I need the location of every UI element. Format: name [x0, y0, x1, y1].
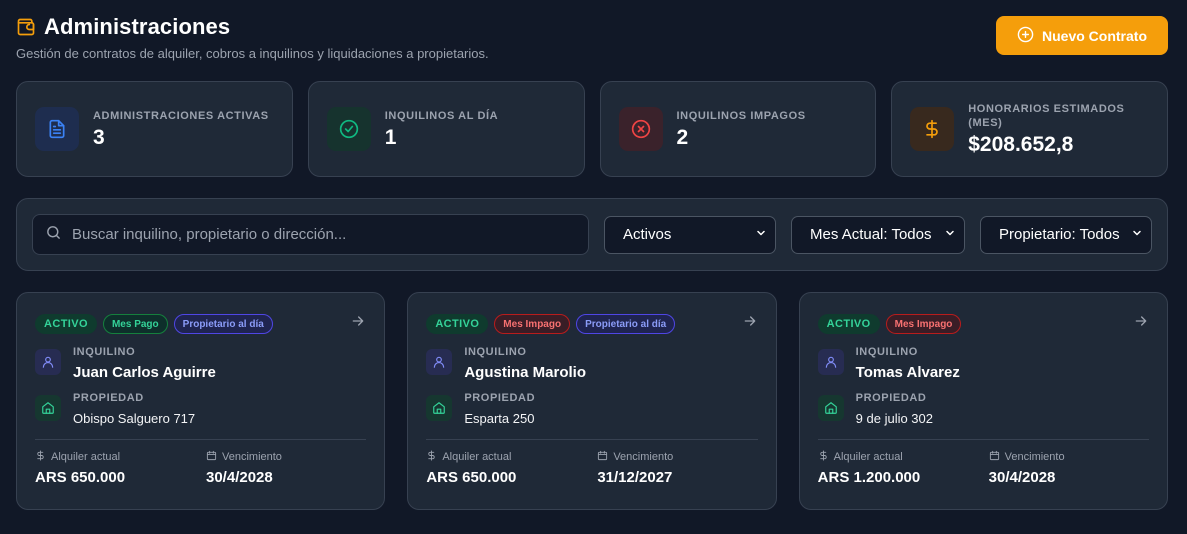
property-address: 9 de julio 302 — [855, 411, 933, 426]
stat-label: INQUILINOS AL DÍA — [384, 109, 499, 122]
due-label: Vencimiento — [1004, 451, 1065, 463]
owner-select[interactable]: Propietario: Todos — [979, 215, 1152, 254]
stat-card-up-to-date: INQUILINOS AL DÍA 1 — [307, 81, 585, 177]
owner-select-value: Propietario: Todos — [998, 226, 1120, 243]
tenant-label: INQUILINO — [855, 346, 918, 358]
arrow-right-icon[interactable] — [1133, 313, 1149, 329]
month-select[interactable]: Mes Actual: Todos — [791, 215, 965, 254]
due-value: 30/4/2028 — [988, 469, 1056, 486]
user-icon — [35, 349, 61, 375]
stat-label: INQUILINOS IMPAGOS — [676, 109, 806, 122]
stat-card-unpaid: INQUILINOS IMPAGOS 2 — [599, 81, 877, 177]
user-icon — [817, 349, 844, 375]
new-contract-button[interactable]: Nuevo Contrato — [996, 16, 1168, 55]
search-box[interactable] — [32, 214, 589, 255]
stat-label: HONORARIOS ESTIMADOS (MES) — [968, 102, 1125, 129]
contract-card[interactable]: ACTIVO Mes Impago INQUILINO Tomas Alvare… — [798, 292, 1168, 510]
chevron-down-icon — [755, 226, 767, 243]
property-label: PROPIEDAD — [73, 392, 144, 404]
home-icon — [35, 395, 61, 421]
stat-card-active: ADMINISTRACIONES ACTIVAS 3 — [16, 81, 293, 177]
search-icon — [45, 224, 62, 246]
search-input[interactable] — [72, 226, 576, 243]
status-badge: ACTIVO — [817, 314, 880, 334]
tenant-label: INQUILINO — [73, 346, 136, 358]
dollar-icon — [910, 107, 955, 151]
rent-label: Alquiler actual — [51, 451, 121, 463]
rent-label: Alquiler actual — [442, 451, 512, 463]
tenant-name: Juan Carlos Aguirre — [73, 364, 216, 381]
payment-badge: Mes Pago — [102, 314, 168, 334]
user-icon — [426, 349, 453, 375]
month-select-value: Mes Actual: Todos — [810, 226, 932, 243]
due-label: Vencimiento — [613, 451, 674, 463]
stat-value: 2 — [676, 125, 689, 149]
contract-card[interactable]: ACTIVO Mes Pago Propietario al día INQUI… — [16, 292, 386, 510]
due-value: 31/12/2027 — [597, 469, 673, 486]
filters-bar: Activos Mes Actual: Todos Propietario: T… — [16, 198, 1168, 271]
contract-cards: ACTIVO Mes Pago Propietario al día INQUI… — [16, 292, 1168, 510]
chevron-down-icon — [1131, 226, 1143, 243]
calendar-icon — [597, 450, 608, 464]
status-select[interactable]: Activos — [604, 215, 777, 254]
payment-badge: Mes Impago — [494, 314, 571, 334]
due-value: 30/4/2028 — [206, 469, 273, 486]
tenant-name: Agustina Marolio — [464, 364, 586, 381]
wallet-icon — [16, 17, 36, 37]
page-title: Administraciones — [44, 14, 231, 39]
home-icon — [817, 395, 844, 421]
page-header: Administraciones Gestión de contratos de… — [16, 14, 1168, 62]
property-label: PROPIEDAD — [855, 392, 927, 404]
divider — [426, 439, 758, 440]
home-icon — [426, 395, 453, 421]
plus-circle-icon — [1017, 26, 1034, 46]
stat-value: 1 — [384, 125, 397, 149]
divider — [817, 439, 1149, 440]
new-contract-label: Nuevo Contrato — [1042, 27, 1147, 44]
dollar-icon — [35, 450, 46, 464]
status-select-value: Activos — [623, 226, 672, 243]
stats-row: ADMINISTRACIONES ACTIVAS 3 INQUILINOS AL… — [16, 81, 1168, 177]
arrow-right-icon[interactable] — [350, 313, 366, 329]
payment-badge: Mes Impago — [885, 314, 962, 334]
arrow-right-icon[interactable] — [742, 313, 758, 329]
property-address: Esparta 250 — [464, 411, 535, 426]
contract-card[interactable]: ACTIVO Mes Impago Propietario al día INQ… — [407, 292, 777, 510]
due-label: Vencimiento — [222, 451, 282, 463]
dollar-icon — [426, 450, 437, 464]
dollar-icon — [818, 450, 829, 464]
tenant-label: INQUILINO — [464, 346, 527, 358]
property-address: Obispo Salguero 717 — [73, 411, 196, 426]
status-badge: ACTIVO — [35, 314, 97, 334]
status-badge: ACTIVO — [426, 314, 489, 334]
x-circle-icon — [618, 107, 663, 151]
check-circle-icon — [326, 107, 371, 151]
stat-card-fees: HONORARIOS ESTIMADOS (MES) $208.652,8 — [891, 81, 1168, 177]
rent-value: ARS 650.000 — [426, 469, 517, 486]
tenant-name: Tomas Alvarez — [855, 364, 960, 381]
owner-badge: Propietario al día — [173, 314, 273, 334]
rent-label: Alquiler actual — [833, 451, 903, 463]
owner-badge: Propietario al día — [576, 314, 676, 334]
rent-value: ARS 650.000 — [35, 469, 126, 486]
stat-value: 3 — [93, 125, 105, 149]
calendar-icon — [989, 450, 1000, 464]
document-icon — [35, 107, 79, 151]
divider — [35, 439, 367, 440]
calendar-icon — [206, 450, 217, 464]
rent-value: ARS 1.200.000 — [817, 469, 921, 486]
stat-value: $208.652,8 — [968, 132, 1074, 156]
property-label: PROPIEDAD — [464, 392, 536, 404]
stat-label: ADMINISTRACIONES ACTIVAS — [93, 109, 269, 122]
chevron-down-icon — [944, 226, 956, 243]
